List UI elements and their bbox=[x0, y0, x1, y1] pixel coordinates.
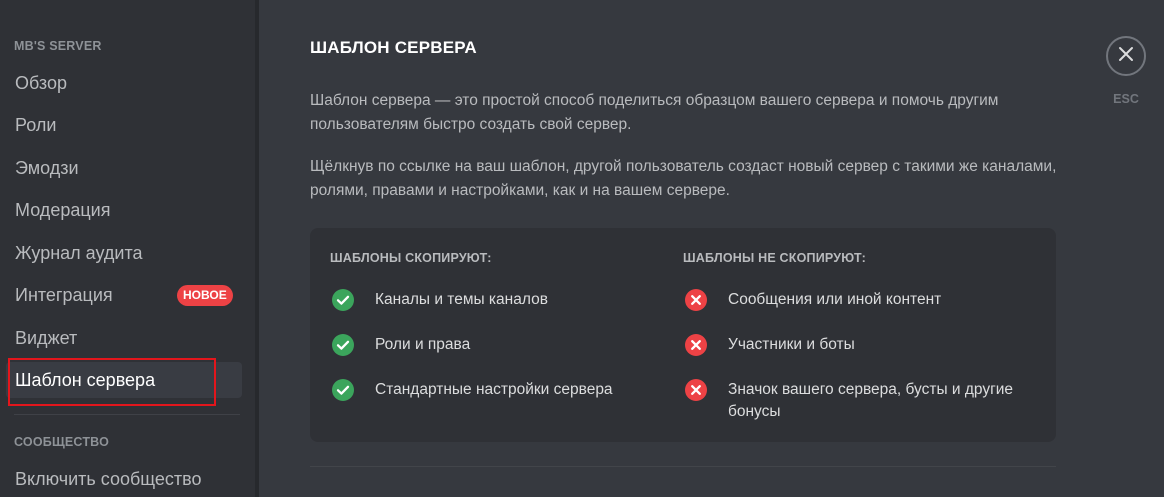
sidebar-item-label: Эмодзи bbox=[15, 157, 79, 178]
list-item-text: Сообщения или иной контент bbox=[728, 291, 942, 308]
list-item: Каналы и темы каналов bbox=[332, 289, 695, 311]
list-item-text: Значок вашего сервера, бусты и другие бо… bbox=[728, 381, 1014, 420]
list-item: Стандартные настройки сервера bbox=[332, 379, 695, 401]
list-item: Участники и боты bbox=[685, 334, 1048, 356]
close-icon bbox=[1117, 45, 1135, 68]
list-item-text: Роли и права bbox=[375, 336, 471, 353]
list-item-text: Участники и боты bbox=[728, 336, 855, 353]
sidebar-item-roles[interactable]: Роли bbox=[6, 107, 242, 143]
settings-sidebar: MB'S SERVER Обзор Роли Эмодзи Модерация … bbox=[0, 0, 255, 497]
page-title: ШАБЛОН СЕРВЕРА bbox=[310, 38, 477, 57]
community-header: СООБЩЕСТВО bbox=[14, 435, 110, 449]
x-circle-icon bbox=[685, 334, 707, 356]
sidebar-item-widget[interactable]: Виджет bbox=[6, 320, 242, 356]
sidebar-item-label: Журнал аудита bbox=[15, 242, 143, 263]
list-item-text: Стандартные настройки сервера bbox=[375, 381, 613, 398]
copied-column-title: ШАБЛОНЫ СКОПИРУЮТ: bbox=[330, 251, 492, 265]
sidebar-item-enable-community[interactable]: Включить сообщество bbox=[6, 461, 242, 497]
description-paragraph: Шаблон сервера — это простой способ поде… bbox=[310, 92, 999, 133]
sidebar-item-overview[interactable]: Обзор bbox=[6, 65, 242, 101]
sidebar-item-label: Обзор bbox=[15, 72, 67, 93]
sidebar-item-integrations[interactable]: Интеграция НОВОЕ bbox=[6, 277, 242, 313]
sidebar-item-label: Включить сообщество bbox=[15, 468, 202, 489]
not-copied-column-title: ШАБЛОНЫ НЕ СКОПИРУЮТ: bbox=[683, 251, 867, 265]
sidebar-item-moderation[interactable]: Модерация bbox=[6, 192, 242, 228]
server-name-header: MB'S SERVER bbox=[14, 39, 102, 53]
list-item: Роли и права bbox=[332, 334, 695, 356]
sidebar-item-label: Модерация bbox=[15, 199, 111, 220]
highlight-annotation bbox=[8, 358, 216, 406]
content-divider bbox=[310, 466, 1056, 467]
x-circle-icon bbox=[685, 379, 707, 401]
sidebar-item-label: Виджет bbox=[15, 327, 78, 348]
template-info-card: ШАБЛОНЫ СКОПИРУЮТ: Каналы и темы каналов… bbox=[310, 228, 1056, 442]
sidebar-edge bbox=[255, 0, 259, 497]
x-circle-icon bbox=[685, 289, 707, 311]
check-circle-icon bbox=[332, 289, 354, 311]
check-circle-icon bbox=[332, 334, 354, 356]
check-circle-icon bbox=[332, 379, 354, 401]
description-paragraph: Щёлкнув по ссылке на ваш шаблон, другой … bbox=[310, 158, 1057, 199]
list-item: Значок вашего сервера, бусты и другие бо… bbox=[685, 379, 1038, 423]
sidebar-item-label: Роли bbox=[15, 114, 57, 135]
sidebar-item-audit-log[interactable]: Журнал аудита bbox=[6, 235, 242, 271]
sidebar-divider bbox=[14, 414, 240, 415]
esc-label: ESC bbox=[1113, 92, 1139, 106]
list-item-text: Каналы и темы каналов bbox=[375, 291, 548, 308]
list-item: Сообщения или иной контент bbox=[685, 289, 1048, 311]
new-badge: НОВОЕ bbox=[177, 285, 233, 306]
close-button[interactable] bbox=[1106, 36, 1146, 76]
sidebar-item-emoji[interactable]: Эмодзи bbox=[6, 150, 242, 186]
settings-window: MB'S SERVER Обзор Роли Эмодзи Модерация … bbox=[0, 0, 1164, 497]
sidebar-item-label: Интеграция bbox=[15, 284, 113, 305]
